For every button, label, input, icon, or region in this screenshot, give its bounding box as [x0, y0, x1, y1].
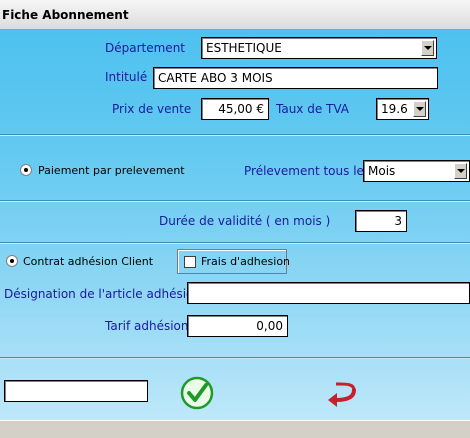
tarif-input[interactable]: 0,00	[187, 315, 288, 337]
prelevement-label: Prélevement tous les	[244, 164, 371, 178]
contrat-radio[interactable]	[6, 255, 18, 267]
tarif-label: Tarif adhésion	[105, 319, 189, 333]
intitule-input[interactable]: CARTE ABO 3 MOIS	[153, 67, 438, 89]
designation-label: Désignation de l'article adhésion	[4, 287, 201, 301]
intitule-label: Intitulé	[105, 70, 148, 84]
departement-value: ESTHETIQUE	[206, 41, 282, 55]
contrat-label: Contrat adhésion Client	[23, 255, 154, 268]
separator	[0, 357, 470, 359]
return-arrow-icon[interactable]	[326, 382, 358, 408]
bottom-input[interactable]	[4, 380, 148, 402]
tva-select[interactable]: 19.6	[376, 98, 429, 120]
tva-value: 19.6	[381, 102, 408, 116]
separator	[0, 200, 470, 202]
departement-select[interactable]: ESTHETIQUE	[201, 37, 437, 59]
title-bar: Fiche Abonnement	[0, 0, 470, 30]
duree-input[interactable]: 3	[355, 210, 407, 232]
frais-label: Frais d'adhesion	[201, 255, 291, 268]
duree-label: Durée de validité ( en mois )	[159, 214, 331, 228]
frais-checkbox[interactable]	[184, 256, 196, 268]
prix-input[interactable]: 45,00 €	[201, 98, 269, 120]
prelevement-select[interactable]: Mois	[363, 160, 470, 182]
chevron-down-icon[interactable]	[454, 163, 467, 179]
tva-label: Taux de TVA	[276, 102, 350, 116]
paiement-radio[interactable]	[20, 164, 32, 176]
check-circle-icon[interactable]	[180, 376, 214, 410]
window-title: Fiche Abonnement	[2, 8, 129, 22]
prelevement-value: Mois	[368, 164, 396, 178]
chevron-down-icon[interactable]	[421, 40, 434, 56]
departement-label: Département	[105, 41, 185, 55]
separator	[0, 242, 470, 244]
designation-input[interactable]	[187, 282, 470, 304]
separator	[0, 134, 470, 136]
paiement-label: Paiement par prelevement	[38, 164, 185, 177]
form-panel: Département ESTHETIQUE Intitulé CARTE AB…	[0, 30, 470, 420]
prix-label: Prix de vente	[112, 102, 192, 116]
frais-checkbox-group[interactable]: Frais d'adhesion	[177, 249, 291, 274]
status-bar	[0, 420, 470, 438]
chevron-down-icon[interactable]	[413, 101, 426, 117]
